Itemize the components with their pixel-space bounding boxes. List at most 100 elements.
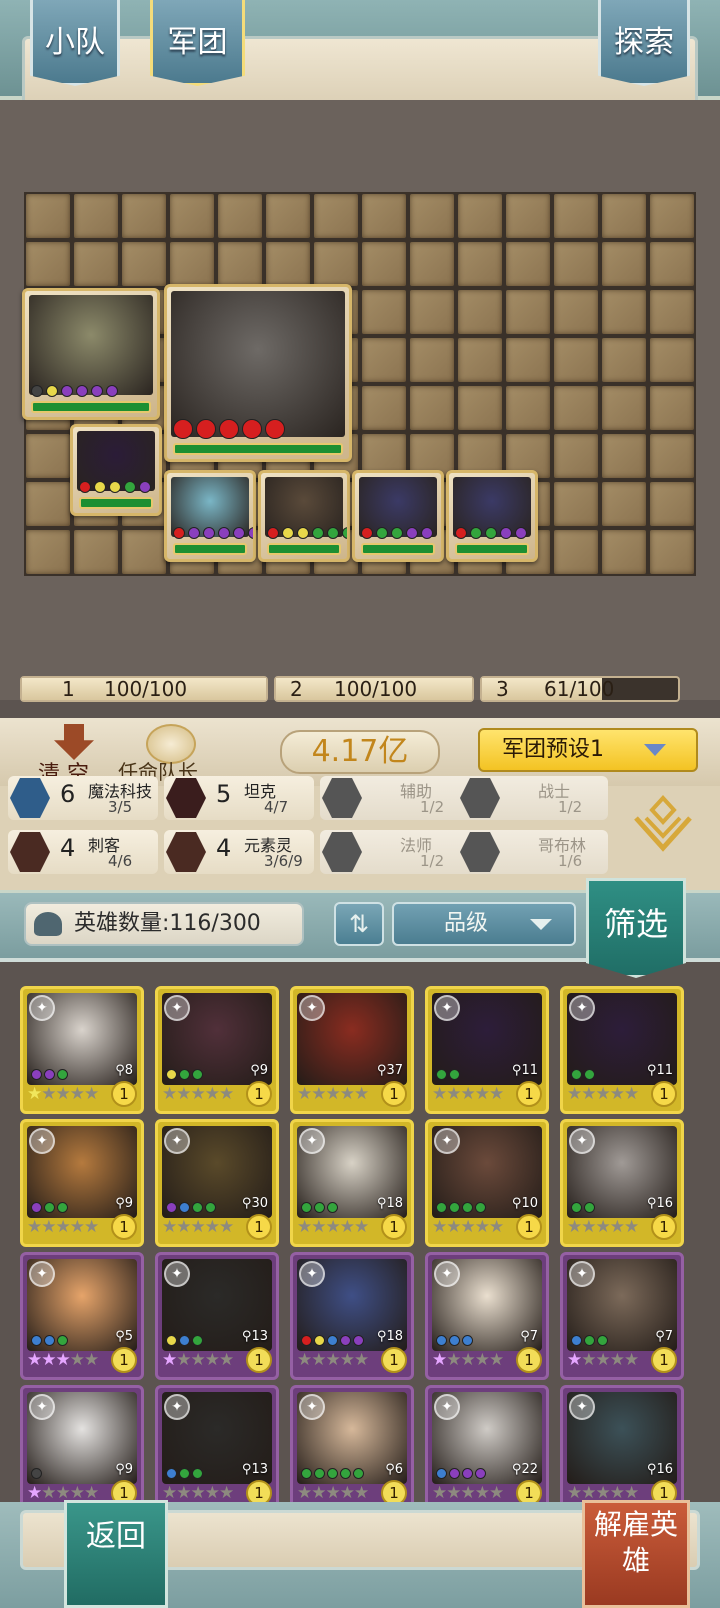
hero-card[interactable]: ✦ ⚲18 ★★★★★ 1 [290, 1252, 414, 1380]
grid-cell[interactable] [554, 290, 598, 334]
grid-cell[interactable] [554, 386, 598, 430]
hero-card[interactable]: ✦ ⚲11 ★★★★★ 1 [560, 986, 684, 1114]
dismiss-hero-button[interactable]: 解雇英雄 [582, 1500, 690, 1608]
grid-cell[interactable] [506, 242, 550, 286]
hero-card[interactable]: ✦ ⚲8 ★★★★★ 1 [20, 986, 144, 1114]
grid-cell[interactable] [314, 194, 358, 238]
hero-card[interactable]: ✦ ⚲5 ★★★★★ 1 [20, 1252, 144, 1380]
grid-cell[interactable] [650, 290, 694, 334]
filter-button[interactable]: 筛选 [586, 878, 686, 978]
grid-cell[interactable] [170, 194, 214, 238]
grid-cell[interactable] [458, 242, 502, 286]
grid-cell[interactable] [458, 290, 502, 334]
grid-cell[interactable] [458, 194, 502, 238]
hero-card[interactable]: ✦ ⚲9 ★★★★★ 1 [20, 1385, 144, 1513]
grid-cell[interactable] [122, 530, 166, 574]
trait-item[interactable]: 法师 1/2 [320, 830, 470, 874]
hero-card[interactable]: ✦ ⚲9 ★★★★★ 1 [20, 1119, 144, 1247]
grid-cell[interactable] [266, 194, 310, 238]
grid-cell[interactable] [74, 242, 118, 286]
grid-cell[interactable] [170, 242, 214, 286]
grid-cell[interactable] [26, 530, 70, 574]
grid-cell[interactable] [602, 338, 646, 382]
hero-card[interactable]: ✦ ⚲13 ★★★★★ 1 [155, 1385, 279, 1513]
grid-cell[interactable] [362, 338, 406, 382]
grid-cell[interactable] [602, 386, 646, 430]
grid-cell[interactable] [74, 194, 118, 238]
hero-card[interactable]: ✦ ⚲10 ★★★★★ 1 [425, 1119, 549, 1247]
sort-button[interactable]: ⇅ [334, 902, 384, 946]
trait-item[interactable]: 战士 1/2 [458, 776, 608, 820]
trait-item[interactable]: 哥布林 1/6 [458, 830, 608, 874]
hero-card[interactable]: ✦ ⚲22 ★★★★★ 1 [425, 1385, 549, 1513]
grid-cell[interactable] [26, 242, 70, 286]
trait-item[interactable]: 6 魔法科技 3/5 [8, 776, 158, 820]
hero-card[interactable]: ✦ ⚲11 ★★★★★ 1 [425, 986, 549, 1114]
grid-cell[interactable] [26, 482, 70, 526]
grid-cell[interactable] [362, 194, 406, 238]
grid-cell[interactable] [218, 194, 262, 238]
board-unit[interactable] [70, 424, 162, 516]
grid-cell[interactable] [506, 290, 550, 334]
hero-card[interactable]: ✦ ⚲13 ★★★★★ 1 [155, 1252, 279, 1380]
grid-cell[interactable] [554, 194, 598, 238]
grid-cell[interactable] [602, 434, 646, 478]
grid-cell[interactable] [26, 434, 70, 478]
grid-cell[interactable] [554, 482, 598, 526]
grid-cell[interactable] [602, 290, 646, 334]
hero-card[interactable]: ✦ ⚲6 ★★★★★ 1 [290, 1385, 414, 1513]
hero-card[interactable]: ✦ ⚲18 ★★★★★ 1 [290, 1119, 414, 1247]
grid-cell[interactable] [506, 386, 550, 430]
grid-cell[interactable] [458, 338, 502, 382]
grid-cell[interactable] [650, 194, 694, 238]
board-unit[interactable] [352, 470, 444, 562]
grid-cell[interactable] [26, 194, 70, 238]
grid-cell[interactable] [362, 290, 406, 334]
trait-item[interactable]: 5 坦克 4/7 [164, 776, 314, 820]
trait-item[interactable]: 4 刺客 4/6 [8, 830, 158, 874]
grid-cell[interactable] [554, 242, 598, 286]
tab-legion[interactable]: 军团 [150, 0, 245, 86]
back-button[interactable]: 返回 [64, 1500, 168, 1608]
grid-cell[interactable] [650, 482, 694, 526]
explore-button[interactable]: 探索 [598, 0, 690, 86]
grid-cell[interactable] [554, 434, 598, 478]
grid-cell[interactable] [410, 194, 454, 238]
hero-card[interactable]: ✦ ⚲37 ★★★★★ 1 [290, 986, 414, 1114]
grid-cell[interactable] [650, 530, 694, 574]
board-unit[interactable] [22, 288, 160, 420]
board-unit[interactable] [446, 470, 538, 562]
grid-cell[interactable] [122, 194, 166, 238]
hero-card[interactable]: ✦ ⚲7 ★★★★★ 1 [425, 1252, 549, 1380]
grid-cell[interactable] [122, 242, 166, 286]
grid-cell[interactable] [266, 242, 310, 286]
hero-card[interactable]: ✦ ⚲16 ★★★★★ 1 [560, 1385, 684, 1513]
grid-cell[interactable] [650, 338, 694, 382]
board-unit[interactable] [164, 470, 256, 562]
grid-cell[interactable] [410, 338, 454, 382]
grid-cell[interactable] [362, 386, 406, 430]
grid-cell[interactable] [362, 242, 406, 286]
grade-select[interactable]: 品级 [392, 902, 576, 946]
grid-cell[interactable] [650, 386, 694, 430]
grid-cell[interactable] [650, 434, 694, 478]
board-unit[interactable] [258, 470, 350, 562]
trait-expand-icon[interactable] [628, 792, 698, 862]
grid-cell[interactable] [458, 386, 502, 430]
grid-cell[interactable] [218, 242, 262, 286]
grid-cell[interactable] [74, 530, 118, 574]
hero-card[interactable]: ✦ ⚲16 ★★★★★ 1 [560, 1119, 684, 1247]
grid-cell[interactable] [602, 530, 646, 574]
grid-cell[interactable] [314, 242, 358, 286]
grid-cell[interactable] [650, 242, 694, 286]
grid-cell[interactable] [602, 194, 646, 238]
grid-cell[interactable] [602, 242, 646, 286]
grid-cell[interactable] [410, 242, 454, 286]
grid-cell[interactable] [506, 338, 550, 382]
hero-card[interactable]: ✦ ⚲7 ★★★★★ 1 [560, 1252, 684, 1380]
tab-team[interactable]: 小队 [30, 0, 120, 86]
grid-cell[interactable] [602, 482, 646, 526]
trait-item[interactable]: 4 元素灵 3/6/9 [164, 830, 314, 874]
trait-item[interactable]: 辅助 1/2 [320, 776, 470, 820]
hero-card[interactable]: ✦ ⚲9 ★★★★★ 1 [155, 986, 279, 1114]
